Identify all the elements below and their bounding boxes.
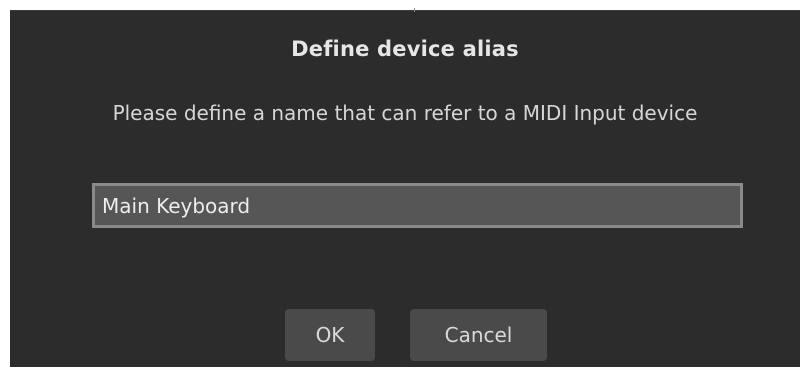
dialog-divider-mark [414,8,415,12]
dialog-title: Define device alias [291,37,519,61]
cancel-button[interactable]: Cancel [410,309,547,361]
device-alias-input[interactable] [92,183,743,228]
define-device-alias-dialog: Define device alias Please define a name… [10,8,800,367]
dialog-message: Please define a name that can refer to a… [112,101,698,125]
ok-button[interactable]: OK [285,309,375,361]
